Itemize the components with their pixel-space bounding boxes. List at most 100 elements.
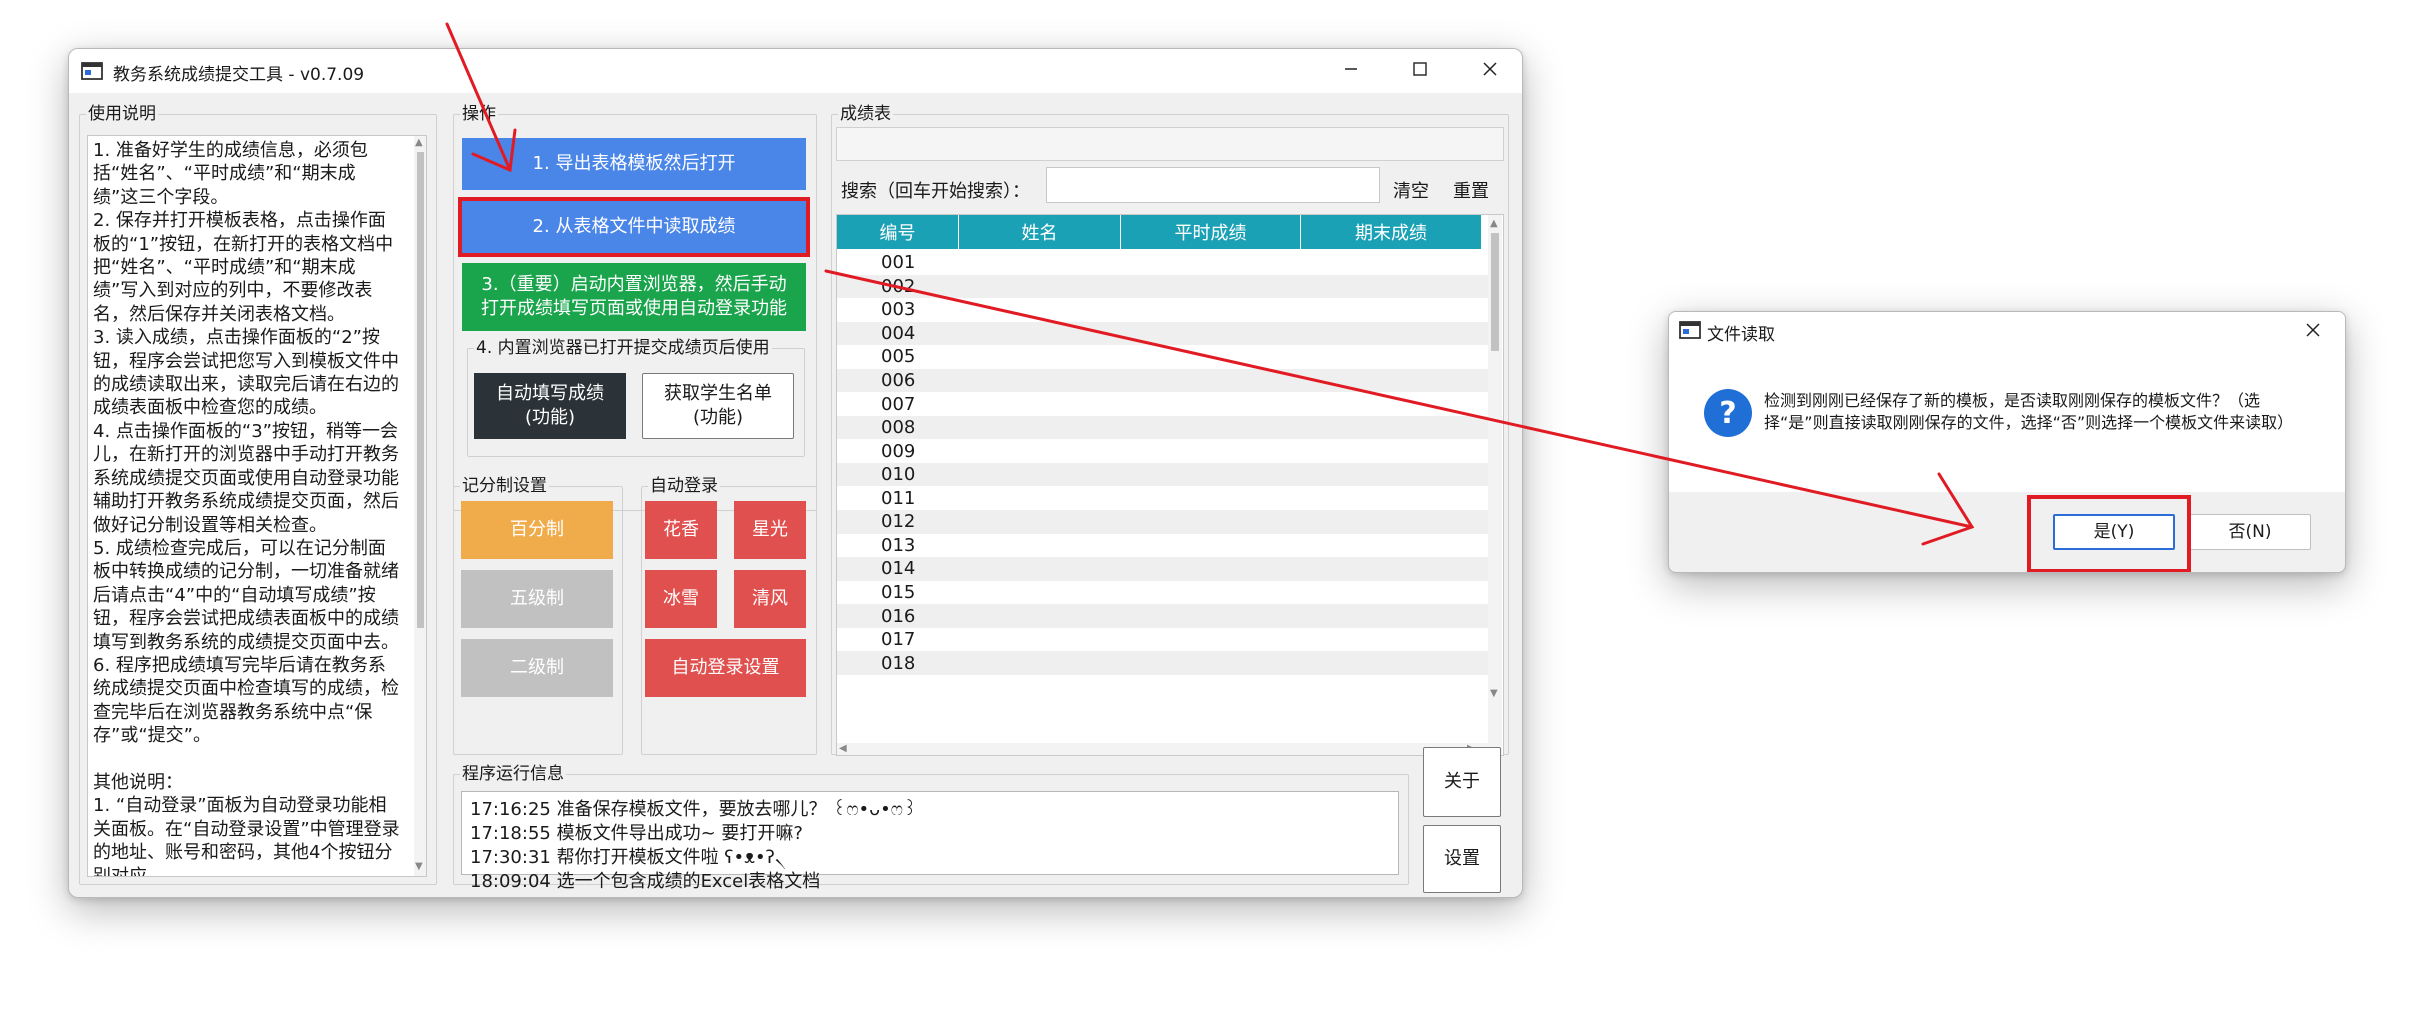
cell-id: 017 [881, 629, 916, 651]
instructions-text[interactable]: 1. 准备好学生的成绩信息，必须包括“姓名”、“平时成绩”和“期末成绩”这三个字… [87, 135, 427, 877]
log-output: 17:16:25 准备保存模板文件，要放去哪儿？ ꒰ෆ•ᴗ•ෆ꒱ 17:18:5… [461, 791, 1399, 892]
table-row[interactable]: 013 [837, 533, 1488, 558]
table-row[interactable]: 009 [837, 439, 1488, 463]
table-row[interactable]: 018 [837, 651, 1488, 675]
dialog-close-button[interactable] [2285, 312, 2341, 350]
cell-id: 012 [881, 511, 916, 533]
window-title: 教务系统成绩提交工具 - v0.7.09 [113, 65, 365, 85]
group-4-legend: 4. 内置浏览器已打开提交成绩页后使用 [476, 338, 770, 358]
about-button[interactable]: 关于 [1423, 747, 1501, 817]
scroll-down-arrow-icon[interactable]: ▼ [415, 862, 423, 872]
cell-id: 013 [881, 534, 916, 556]
minimize-icon [1345, 68, 1357, 70]
auto-fill-button[interactable]: 自动填写成绩 (功能) [474, 373, 626, 439]
instructions-scrollbar[interactable]: ▲ ▼ [414, 136, 426, 876]
minimize-button[interactable] [1316, 49, 1386, 89]
close-button[interactable] [1455, 49, 1522, 89]
instructions-legend: 使用说明 [88, 104, 156, 124]
log-line: 17:18:55 模板文件导出成功~ 要打开嘛? [470, 823, 803, 844]
table-row[interactable]: 010 [837, 462, 1488, 487]
dialog-app-icon [1679, 320, 1701, 344]
svg-text:?: ? [1719, 396, 1736, 431]
autologin-huaxiang-button[interactable]: 花香 [645, 501, 717, 559]
dialog-title-bar: 文件读取 [1669, 312, 2345, 348]
launch-browser-button[interactable]: 3.（重要）启动内置浏览器，然后手动 打开成绩填写页面或使用自动登录功能 [462, 263, 806, 331]
two-level-button[interactable]: 二级制 [461, 639, 613, 697]
table-row[interactable]: 012 [837, 510, 1488, 534]
main-window: 教务系统成绩提交工具 - v0.7.09 使用说明 1. 准备好学生的成绩信息，… [68, 48, 1523, 898]
cell-id: 018 [881, 652, 916, 674]
log-line: 17:30:31 帮你打开模板文件啦 ʕ•ᴥ•ʔ৲ [470, 847, 786, 868]
table-row[interactable]: 008 [837, 415, 1488, 440]
cell-id: 003 [881, 299, 916, 321]
grades-table: 编号 姓名 平时成绩 期末成绩 001 002 003 004 005 006 007 008… [836, 214, 1504, 756]
table-row[interactable]: 006 [837, 368, 1488, 393]
table-row[interactable]: 007 [837, 392, 1488, 416]
column-header-name[interactable]: 姓名 [959, 215, 1121, 249]
file-read-dialog: 文件读取 ? 检测到刚刚已经保存了新的模板，是否读取刚刚保存的模板文件？（选择“… [1668, 311, 2346, 573]
table-row[interactable]: 011 [837, 486, 1488, 510]
cell-id: 015 [881, 581, 916, 603]
cell-id: 016 [881, 605, 916, 627]
cell-id: 002 [881, 275, 916, 297]
grades-header-strip [836, 127, 1504, 161]
cell-id: 014 [881, 558, 916, 580]
dialog-no-button[interactable]: 否(N) [2189, 514, 2311, 550]
search-input[interactable] [1046, 167, 1380, 203]
column-header-id[interactable]: 编号 [837, 215, 959, 249]
instructions-scroll-thumb[interactable] [417, 152, 424, 628]
cell-id: 004 [881, 322, 916, 344]
log-line: 17:16:25 准备保存模板文件，要放去哪儿？ ꒰ෆ•ᴗ•ෆ꒱ [470, 799, 918, 820]
table-row[interactable]: 003 [837, 298, 1488, 322]
cell-id: 009 [881, 440, 916, 462]
operations-legend: 操作 [462, 104, 496, 124]
table-row[interactable]: 002 [837, 274, 1488, 299]
highlight-yes-button [2027, 495, 2191, 572]
cell-id: 007 [881, 393, 916, 415]
five-level-button[interactable]: 五级制 [461, 570, 613, 628]
grades-scrollbar[interactable]: ▲ ▼ [1488, 215, 1502, 755]
table-row[interactable]: 004 [837, 321, 1488, 346]
scoring-legend: 记分制设置 [462, 476, 547, 496]
log-line: 18:09:04 选一个包含成绩的Excel表格文档 [470, 871, 821, 892]
grades-hscrollbar[interactable]: ◀ ▶ [837, 743, 1488, 755]
cell-id: 010 [881, 464, 916, 486]
grades-legend: 成绩表 [840, 104, 891, 124]
question-icon: ? [1703, 388, 1753, 442]
autologin-settings-button[interactable]: 自动登录设置 [645, 639, 806, 697]
clear-button[interactable]: 清空 [1393, 177, 1429, 203]
cell-id: 005 [881, 346, 916, 368]
scroll-up-arrow-icon[interactable]: ▲ [1490, 219, 1498, 229]
autologin-xingguang-button[interactable]: 星光 [734, 501, 806, 559]
table-row[interactable]: 017 [837, 627, 1488, 652]
maximize-icon [1413, 62, 1427, 76]
maximize-button[interactable] [1385, 49, 1455, 89]
cell-id: 001 [881, 252, 916, 274]
table-row[interactable]: 016 [837, 604, 1488, 628]
settings-button[interactable]: 设置 [1423, 825, 1501, 893]
autologin-bingxue-button[interactable]: 冰雪 [645, 570, 717, 628]
column-header-final[interactable]: 期末成绩 [1301, 215, 1481, 249]
scroll-left-arrow-icon[interactable]: ◀ [839, 744, 847, 754]
table-row[interactable]: 015 [837, 580, 1488, 605]
grades-table-header: 编号 姓名 平时成绩 期末成绩 [837, 215, 1481, 249]
autologin-legend: 自动登录 [650, 476, 718, 496]
scroll-up-arrow-icon[interactable]: ▲ [415, 138, 423, 148]
log-legend: 程序运行信息 [462, 764, 564, 784]
column-header-regular[interactable]: 平时成绩 [1121, 215, 1301, 249]
grades-scroll-thumb[interactable] [1491, 233, 1499, 351]
title-bar: 教务系统成绩提交工具 - v0.7.09 [69, 49, 1522, 93]
scroll-down-arrow-icon[interactable]: ▼ [1490, 689, 1498, 699]
get-students-button[interactable]: 获取学生名单 (功能) [642, 373, 794, 439]
table-row[interactable]: 005 [837, 345, 1488, 369]
percent-scale-button[interactable]: 百分制 [461, 501, 613, 559]
reset-button[interactable]: 重置 [1453, 177, 1489, 203]
export-template-button[interactable]: 1. 导出表格模板然后打开 [462, 138, 806, 190]
table-row[interactable]: 014 [837, 557, 1488, 581]
dialog-title: 文件读取 [1707, 325, 1775, 345]
search-label: 搜索（回车开始搜索）： [841, 181, 1030, 202]
autologin-qingfeng-button[interactable]: 清风 [734, 570, 806, 628]
table-row[interactable]: 001 [837, 251, 1488, 275]
app-icon [81, 61, 103, 85]
cell-id: 011 [881, 487, 916, 509]
